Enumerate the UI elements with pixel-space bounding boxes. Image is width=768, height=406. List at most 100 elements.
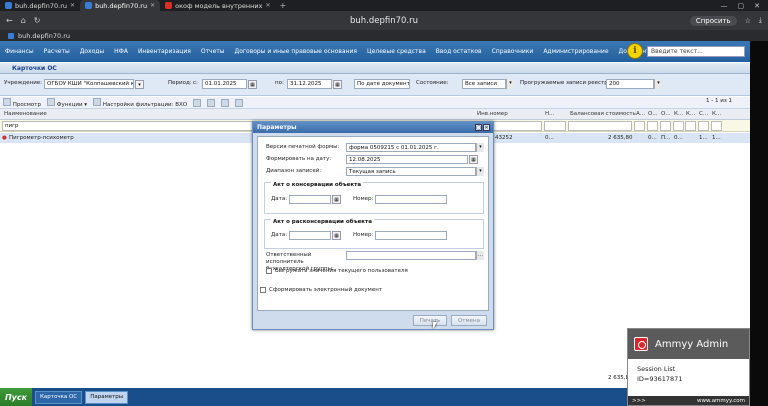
col-header-name[interactable]: Наименование — [4, 111, 47, 117]
col-filter-input[interactable] — [698, 121, 709, 131]
col-header[interactable]: Н... — [545, 111, 554, 117]
calendar-icon[interactable]: ▦ — [332, 231, 341, 240]
chevron-down-icon[interactable]: ▾ — [476, 143, 484, 152]
col-header-balance[interactable]: Балансовая стоимость — [570, 111, 636, 117]
menu-item[interactable]: Ввод остатков — [431, 48, 487, 55]
chevron-down-icon[interactable]: ▾ — [476, 167, 484, 176]
start-button[interactable]: Пуск — [0, 388, 32, 406]
calendar-icon[interactable]: ▦ — [333, 80, 342, 89]
menu-item[interactable]: Финансы — [0, 48, 39, 55]
col-filter-input[interactable] — [634, 121, 645, 131]
menu-item[interactable]: Расчеты — [39, 48, 75, 55]
menu-search-input[interactable]: Введите текст... — [647, 46, 745, 57]
expand-button[interactable]: >>> — [632, 398, 646, 404]
ask-button[interactable]: Спросить — [689, 15, 737, 26]
close-icon[interactable]: ✕ — [265, 2, 270, 9]
conservation-date-input[interactable] — [289, 195, 331, 204]
settings-icon[interactable] — [207, 98, 216, 107]
menu-item[interactable]: Договоры и иные правовые основания — [230, 48, 363, 55]
electronic-doc-checkbox[interactable] — [260, 287, 266, 293]
dialog-title-bar[interactable]: Параметры ▢ ✕ — [253, 122, 493, 133]
chevron-down-icon[interactable]: ▾ — [654, 79, 662, 89]
maximize-icon[interactable]: ▢ — [738, 2, 745, 10]
dropdown-icon[interactable]: ▾ — [135, 80, 144, 89]
calendar-icon[interactable]: ▦ — [332, 195, 341, 204]
bookmark-item[interactable]: buh.depfin70.ru — [18, 32, 70, 40]
maximize-icon[interactable]: ▢ — [475, 124, 482, 131]
download-icon[interactable]: ⤓ — [759, 16, 762, 25]
menu-item[interactable]: Администрирование — [538, 48, 613, 55]
col-filter-input[interactable] — [685, 121, 696, 131]
group-title: Акт о расконсервации объекта — [271, 219, 374, 225]
session-list-label[interactable]: Session List — [637, 365, 675, 373]
report-date-input[interactable]: 12.08.2025 — [346, 155, 468, 164]
date-mode-select[interactable]: По дате документа — [354, 79, 410, 89]
menu-item[interactable]: НФА — [109, 48, 133, 55]
menu-item[interactable]: Отчеты — [196, 48, 230, 55]
loaded-records-select[interactable]: 200 — [606, 79, 654, 89]
group-title: Акт о консервации объекта — [271, 182, 364, 188]
browser-tab-3[interactable]: окоф модель внутренних ✕ — [160, 0, 275, 11]
info-icon[interactable]: i — [627, 43, 643, 59]
close-icon[interactable]: ✕ — [150, 2, 155, 9]
col-header-inv[interactable]: Инв.номер — [477, 111, 508, 117]
close-icon[interactable]: ✕ — [483, 124, 490, 131]
filter-settings-button[interactable]: Настройки фильтрации: ВХО — [93, 97, 187, 108]
menu-item[interactable]: Инвентаризация — [133, 48, 196, 55]
print-icon[interactable] — [221, 98, 230, 107]
home-icon[interactable]: ⌂ — [21, 16, 26, 25]
ammyy-footer: >>> www.ammyy.com — [628, 396, 749, 405]
institution-field[interactable]: ОГБОУ КШИ "Колпашевский каде — [44, 79, 134, 89]
col-header[interactable]: О... — [648, 111, 658, 117]
task-parameters[interactable]: Параметры — [85, 390, 129, 404]
task-card-os[interactable]: Карточка ОС — [35, 390, 83, 404]
ellipsis-icon[interactable]: … — [476, 251, 484, 260]
functions-button[interactable]: Функции ▾ — [46, 97, 87, 108]
col-header[interactable]: К... — [686, 111, 695, 117]
bookmark-icon[interactable]: ☆ — [745, 17, 751, 25]
state-select[interactable]: Все записи — [462, 79, 506, 89]
reconservation-date-input[interactable] — [289, 231, 331, 240]
minimize-icon[interactable]: — — [721, 2, 728, 10]
url-display[interactable]: buh.depfin70.ru — [0, 16, 768, 26]
menu-item[interactable]: Справочники — [487, 48, 539, 55]
close-icon[interactable]: ✕ — [70, 2, 75, 9]
browser-tab-1[interactable]: buh.depfin70.ru ✕ — [0, 0, 80, 11]
responsible-input[interactable] — [346, 251, 476, 260]
number-label: Номер: — [353, 196, 374, 202]
current-user-checkbox[interactable] — [266, 268, 272, 274]
col-header[interactable]: К... — [712, 111, 721, 117]
col-filter-input[interactable] — [647, 121, 658, 131]
calendar-icon[interactable]: ▦ — [469, 155, 478, 164]
to-date-input[interactable]: 31.12.2025 — [287, 79, 332, 89]
refresh-icon[interactable] — [235, 98, 244, 107]
menu-item[interactable]: Доходы — [75, 48, 109, 55]
close-window-icon[interactable]: ✕ — [754, 2, 760, 10]
col-header[interactable]: О... — [661, 111, 671, 117]
range-select[interactable]: Текущая запись — [346, 167, 476, 176]
clear-filter-icon[interactable] — [193, 98, 202, 107]
reconservation-number-input[interactable] — [375, 231, 447, 240]
new-tab-button[interactable]: + — [276, 1, 291, 10]
print-button[interactable]: Печать — [413, 315, 447, 326]
back-icon[interactable]: ← — [6, 16, 13, 25]
menu-item[interactable]: Целевые средства — [362, 48, 431, 55]
col-header[interactable]: А... — [636, 111, 645, 117]
col-header[interactable]: С... — [699, 111, 708, 117]
cancel-button[interactable]: Отмена — [451, 315, 487, 326]
version-select[interactable]: форма 0509215 с 01.01.2025 г. — [346, 143, 476, 152]
col-filter-input[interactable] — [711, 121, 722, 131]
reload-icon[interactable]: ↻ — [34, 16, 41, 25]
col-filter-input[interactable] — [673, 121, 684, 131]
balance-filter-input[interactable] — [568, 121, 632, 131]
browser-tab-2[interactable]: buh.depfin70.ru ✕ — [80, 0, 161, 11]
conservation-number-input[interactable] — [375, 195, 447, 204]
col-filter-input[interactable] — [660, 121, 671, 131]
ammyy-link[interactable]: www.ammyy.com — [697, 398, 745, 404]
col-header[interactable]: К... — [674, 111, 683, 117]
chevron-down-icon[interactable]: ▾ — [506, 79, 514, 89]
calendar-icon[interactable]: ▦ — [248, 80, 257, 89]
from-date-input[interactable]: 01.01.2025 — [202, 79, 247, 89]
view-button[interactable]: Просмотр — [3, 97, 41, 108]
col-filter-input[interactable] — [544, 121, 566, 131]
